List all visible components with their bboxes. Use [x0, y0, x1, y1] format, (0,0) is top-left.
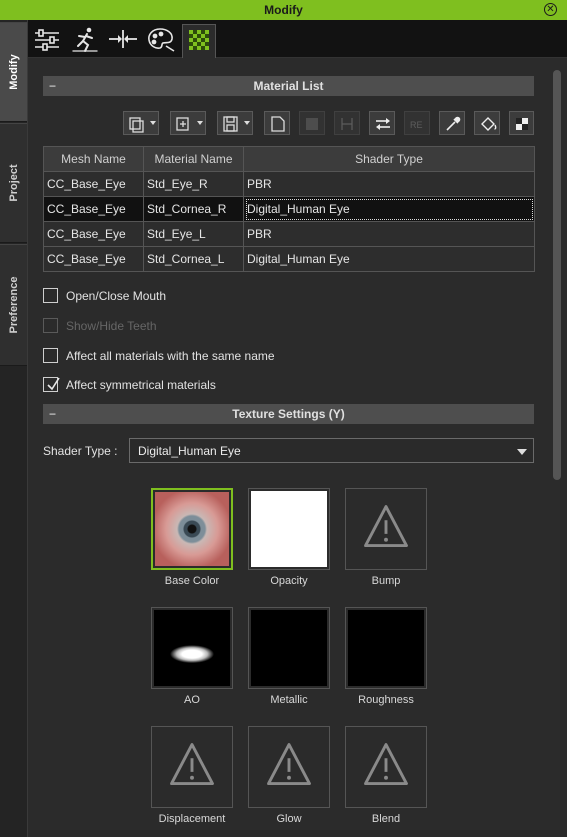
open-close-mouth-label: Open/Close Mouth [66, 289, 167, 303]
texture-preview-button[interactable] [299, 111, 325, 135]
side-tab-bar: Modify Project Preference [0, 0, 28, 837]
chevron-down-icon [150, 121, 156, 125]
glow-thumbnail[interactable] [248, 726, 330, 808]
checker-texture-icon[interactable] [182, 24, 216, 58]
tab-project[interactable]: Project [0, 123, 27, 243]
shader-type-cell[interactable]: Digital_Human Eye [243, 246, 535, 272]
texture-caption: Bump [371, 575, 401, 587]
blend-thumbnail[interactable] [345, 726, 427, 808]
shader-type-value: Digital_Human Eye [138, 444, 241, 458]
svg-text:RE: RE [410, 120, 423, 130]
checkbox-box[interactable] [43, 377, 60, 392]
column-shader-type[interactable]: Shader Type [243, 146, 535, 172]
material-list-title: Material List [253, 79, 324, 93]
title-bar: Modify ✕ [0, 0, 567, 20]
morph-arrows-icon[interactable] [106, 24, 140, 54]
table-header-row: Mesh Name Material Name Shader Type [43, 146, 535, 172]
column-material-name[interactable]: Material Name [143, 146, 244, 172]
ao-thumbnail[interactable] [151, 607, 233, 689]
table-row[interactable]: CC_Base_Eye Std_Cornea_L Digital_Human E… [43, 246, 535, 272]
shader-type-cell[interactable]: PBR [243, 171, 535, 197]
shader-type-cell[interactable]: PBR [243, 221, 535, 247]
tab-preference-label: Preference [7, 276, 20, 334]
window-title: Modify [264, 3, 303, 17]
load-material-button[interactable] [170, 111, 206, 135]
mesh-name-cell[interactable]: CC_Base_Eye [43, 171, 144, 197]
warning-icon [170, 743, 214, 786]
re-button[interactable]: RE [404, 111, 430, 135]
checkbox-box[interactable] [43, 348, 58, 363]
affect-same-name-label: Affect all materials with the same name [66, 349, 275, 363]
tab-modify-label: Modify [7, 54, 20, 90]
swap-icon[interactable] [369, 111, 395, 135]
material-table: Mesh Name Material Name Shader Type CC_B… [43, 146, 535, 272]
checkbox-box[interactable] [43, 288, 58, 303]
checkmark-icon [47, 377, 60, 391]
bump-thumbnail[interactable] [345, 488, 427, 570]
sliders-icon[interactable] [30, 24, 64, 54]
uv-layout-button[interactable] [334, 111, 360, 135]
material-name-cell[interactable]: Std_Cornea_R [143, 196, 244, 222]
checker-icon[interactable] [509, 111, 534, 135]
warning-icon [364, 505, 408, 548]
warning-icon [364, 743, 408, 786]
table-row[interactable]: CC_Base_Eye Std_Eye_R PBR [43, 171, 535, 197]
warning-icon [267, 743, 311, 786]
metallic-thumbnail[interactable] [248, 607, 330, 689]
table-row[interactable]: CC_Base_Eye Std_Eye_L PBR [43, 221, 535, 247]
ao-texture-image [154, 610, 230, 686]
eyedropper-icon[interactable] [439, 111, 465, 135]
palette-icon[interactable] [144, 24, 178, 54]
new-document-button[interactable] [264, 111, 290, 135]
tab-project-label: Project [7, 164, 20, 202]
pose-figure-icon[interactable] [68, 24, 102, 54]
shader-type-select[interactable]: Digital_Human Eye [129, 438, 534, 463]
opacity-thumbnail[interactable] [248, 488, 330, 570]
texture-settings-header[interactable]: − Texture Settings (Y) [43, 404, 534, 424]
chevron-down-icon [197, 121, 203, 125]
tab-preference[interactable]: Preference [0, 244, 27, 366]
shader-type-cell[interactable]: Digital_Human Eye [243, 196, 535, 222]
copy-material-button[interactable] [123, 111, 159, 135]
material-list-header[interactable]: − Material List [43, 76, 534, 96]
mesh-name-cell[interactable]: CC_Base_Eye [43, 196, 144, 222]
column-mesh-name[interactable]: Mesh Name [43, 146, 144, 172]
checkbox-box[interactable] [43, 318, 58, 333]
paint-bucket-icon[interactable] [474, 111, 500, 135]
displacement-thumbnail[interactable] [151, 726, 233, 808]
save-material-button[interactable] [217, 111, 253, 135]
material-name-cell[interactable]: Std_Cornea_L [143, 246, 244, 272]
close-icon[interactable]: ✕ [544, 3, 557, 16]
material-name-cell[interactable]: Std_Eye_L [143, 221, 244, 247]
table-row-selected[interactable]: CC_Base_Eye Std_Cornea_R Digital_Human E… [43, 196, 535, 222]
material-name-cell[interactable]: Std_Eye_R [143, 171, 244, 197]
texture-caption: Blend [371, 813, 401, 825]
mesh-name-cell[interactable]: CC_Base_Eye [43, 221, 144, 247]
texture-caption: Roughness [358, 694, 414, 706]
affect-symmetrical-label: Affect symmetrical materials [66, 378, 216, 392]
show-hide-teeth-label: Show/Hide Teeth [66, 319, 157, 333]
roughness-thumbnail[interactable] [345, 607, 427, 689]
eye-texture-image [155, 492, 229, 566]
modify-toolbar [28, 20, 567, 58]
base-color-thumbnail[interactable] [151, 488, 233, 570]
texture-settings-title: Texture Settings (Y) [232, 407, 345, 421]
chevron-down-icon [517, 449, 527, 455]
mesh-name-cell[interactable]: CC_Base_Eye [43, 246, 144, 272]
tab-modify[interactable]: Modify [0, 22, 27, 122]
vertical-scrollbar[interactable] [553, 70, 561, 480]
shader-type-label: Shader Type : [43, 444, 118, 458]
chevron-down-icon [244, 121, 250, 125]
